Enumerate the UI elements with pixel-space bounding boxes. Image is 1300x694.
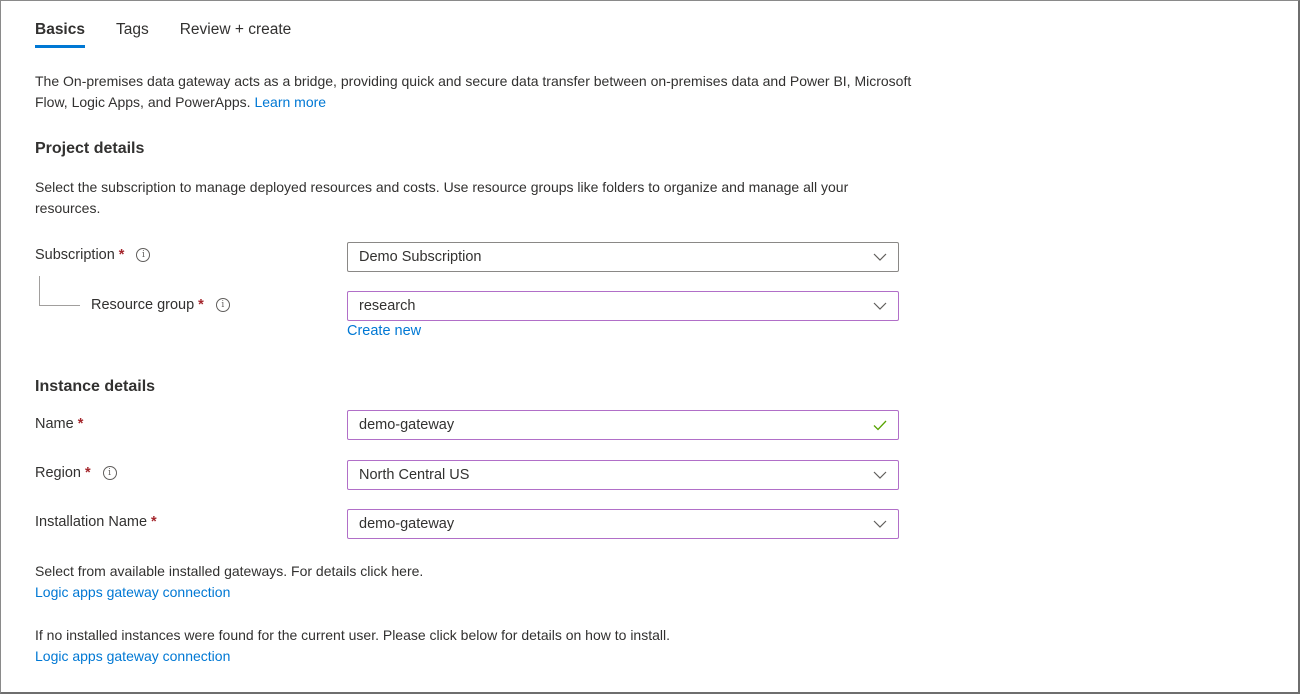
install-gateway-help-text: If no installed instances were found for…	[35, 627, 671, 643]
tab-basics[interactable]: Basics	[35, 21, 85, 48]
checkmark-icon	[873, 420, 887, 431]
name-label-text: Name	[35, 416, 74, 432]
learn-more-link[interactable]: Learn more	[254, 94, 326, 110]
info-icon[interactable]: i	[215, 298, 230, 312]
logic-apps-gateway-install-link[interactable]: Logic apps gateway connection	[35, 646, 230, 667]
installation-name-dropdown[interactable]: demo-gateway	[347, 509, 899, 539]
tree-connector-vertical	[39, 276, 40, 306]
subscription-label-text: Subscription	[35, 247, 115, 263]
region-value: North Central US	[359, 467, 470, 483]
resource-group-value: research	[359, 298, 416, 314]
chevron-down-icon	[873, 471, 887, 479]
required-asterisk: *	[151, 514, 157, 530]
resource-group-label: Resource group * i	[91, 297, 230, 313]
logic-apps-gateway-connection-link[interactable]: Logic apps gateway connection	[35, 582, 230, 603]
required-asterisk: *	[198, 297, 204, 313]
subscription-dropdown[interactable]: Demo Subscription	[347, 242, 899, 272]
create-new-resource-group-link[interactable]: Create new	[347, 323, 421, 339]
intro-description: The On-premises data gateway acts as a b…	[35, 73, 912, 110]
chevron-down-icon	[873, 253, 887, 261]
required-asterisk: *	[118, 247, 125, 263]
intro-text: The On-premises data gateway acts as a b…	[35, 71, 915, 113]
installation-name-label-text: Installation Name	[35, 514, 148, 530]
tab-review-create[interactable]: Review + create	[180, 21, 292, 48]
region-dropdown[interactable]: North Central US	[347, 460, 899, 490]
tab-bar: Basics Tags Review + create	[35, 21, 322, 48]
chevron-down-icon	[873, 302, 887, 310]
name-label: Name *	[35, 416, 83, 432]
subscription-value: Demo Subscription	[359, 249, 482, 265]
installation-name-label: Installation Name *	[35, 514, 157, 530]
project-details-description: Select the subscription to manage deploy…	[35, 179, 849, 216]
subscription-label: Subscription * i	[35, 247, 151, 263]
installation-name-value: demo-gateway	[359, 516, 455, 532]
region-label-text: Region	[35, 465, 81, 481]
required-asterisk: *	[84, 465, 91, 481]
resource-group-label-text: Resource group	[91, 297, 195, 313]
project-details-heading: Project details	[35, 140, 145, 157]
name-input[interactable]: demo-gateway	[347, 410, 899, 440]
instance-details-heading: Instance details	[35, 378, 156, 395]
tab-tags[interactable]: Tags	[116, 21, 149, 48]
resource-group-dropdown[interactable]: research	[347, 291, 899, 321]
select-gateway-help-text: Select from available installed gateways…	[35, 563, 424, 579]
chevron-down-icon	[873, 520, 887, 528]
info-icon[interactable]: i	[102, 466, 117, 480]
create-gateway-form: Basics Tags Review + create The On-premi…	[0, 0, 1300, 694]
info-icon[interactable]: i	[136, 248, 151, 262]
tree-connector-horizontal	[39, 305, 80, 306]
region-label: Region * i	[35, 465, 117, 481]
name-value: demo-gateway	[359, 417, 455, 433]
required-asterisk: *	[77, 416, 84, 432]
